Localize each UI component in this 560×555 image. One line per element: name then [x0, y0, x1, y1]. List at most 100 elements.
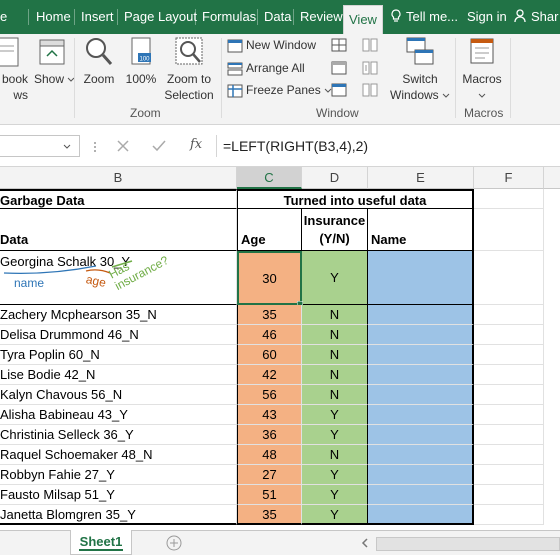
- cell-example-data[interactable]: Georgina Schalk 30_Y name age Has insura…: [0, 251, 237, 305]
- cell-f3[interactable]: [474, 251, 544, 305]
- cell-name[interactable]: [368, 305, 474, 325]
- cell-data[interactable]: Tyra Poplin 60_N: [0, 345, 237, 365]
- cell-example-age-selected[interactable]: 30: [237, 251, 302, 305]
- cell-insurance[interactable]: Y: [302, 505, 368, 525]
- formula-input[interactable]: =LEFT(RIGHT(B3,4),2): [216, 135, 560, 157]
- tab-review[interactable]: Review: [300, 0, 343, 34]
- cell-age[interactable]: 27: [237, 465, 302, 485]
- sign-in-link[interactable]: Sign in: [467, 0, 507, 34]
- column-header-e[interactable]: E: [368, 167, 474, 189]
- spreadsheet-grid[interactable]: B C D E F Garbage Data Turned into usefu…: [0, 167, 560, 530]
- zoom-100-button[interactable]: 100 100%: [122, 36, 160, 87]
- cell-insurance[interactable]: N: [302, 445, 368, 465]
- cell-age[interactable]: 35: [237, 305, 302, 325]
- cell-empty[interactable]: [474, 485, 544, 505]
- synchronous-scrolling-icon[interactable]: [362, 61, 378, 75]
- cell-name[interactable]: [368, 345, 474, 365]
- cell-name[interactable]: [368, 405, 474, 425]
- cell-age[interactable]: 51: [237, 485, 302, 505]
- cell-insurance[interactable]: Y: [302, 465, 368, 485]
- cell-empty[interactable]: [474, 425, 544, 445]
- cell-useful-data-title[interactable]: Turned into useful data: [237, 189, 474, 209]
- cell-name[interactable]: [368, 365, 474, 385]
- cell-age[interactable]: 56: [237, 385, 302, 405]
- cell-f2[interactable]: [474, 209, 544, 251]
- add-sheet-icon[interactable]: [166, 535, 182, 551]
- cell-age-header[interactable]: Age: [237, 209, 302, 251]
- tab-insert[interactable]: Insert: [81, 0, 114, 34]
- cell-name[interactable]: [368, 505, 474, 525]
- view-side-by-side-icon[interactable]: [362, 38, 378, 52]
- cell-insurance[interactable]: N: [302, 385, 368, 405]
- cell-data[interactable]: Lise Bodie 42_N: [0, 365, 237, 385]
- freeze-panes-button[interactable]: Freeze Panes: [227, 80, 335, 100]
- enter-check-icon[interactable]: [152, 140, 166, 152]
- cell-data[interactable]: Alisha Babineau 43_Y: [0, 405, 237, 425]
- cell-empty[interactable]: [474, 465, 544, 485]
- cell-f1[interactable]: [474, 189, 544, 209]
- column-header-f[interactable]: F: [474, 167, 544, 189]
- cell-name[interactable]: [368, 445, 474, 465]
- cell-name[interactable]: [368, 425, 474, 445]
- sheet-tab-sheet1[interactable]: Sheet1: [70, 530, 132, 555]
- cell-data[interactable]: Robbyn Fahie 27_Y: [0, 465, 237, 485]
- zoom-to-selection-button[interactable]: Zoom to Selection: [160, 36, 218, 103]
- cell-name[interactable]: [368, 465, 474, 485]
- tell-me-search[interactable]: Tell me...: [390, 0, 458, 34]
- cell-data[interactable]: Raquel Schoemaker 48_N: [0, 445, 237, 465]
- cell-insurance[interactable]: N: [302, 325, 368, 345]
- cell-example-insurance[interactable]: Y: [302, 251, 368, 305]
- tab-data[interactable]: Data: [264, 0, 291, 34]
- unhide-icon[interactable]: [331, 83, 347, 97]
- cell-age[interactable]: 48: [237, 445, 302, 465]
- cancel-icon[interactable]: [117, 140, 129, 152]
- new-window-button[interactable]: New Window: [227, 35, 316, 55]
- tab-formulas[interactable]: Formulas: [202, 0, 256, 34]
- cell-data[interactable]: Fausto Milsap 51_Y: [0, 485, 237, 505]
- show-button[interactable]: Show: [34, 36, 75, 87]
- arrange-all-button[interactable]: Arrange All: [227, 58, 305, 78]
- cell-garbage-data-title[interactable]: Garbage Data: [0, 189, 237, 209]
- cell-data[interactable]: Zachery Mcphearson 35_N: [0, 305, 237, 325]
- hide-icon[interactable]: [331, 61, 347, 75]
- macros-button[interactable]: Macros: [459, 36, 505, 103]
- cell-insurance-header[interactable]: Insurance (Y/N): [302, 209, 368, 251]
- cell-name[interactable]: [368, 485, 474, 505]
- cell-empty[interactable]: [474, 385, 544, 405]
- cell-age[interactable]: 42: [237, 365, 302, 385]
- cell-empty[interactable]: [474, 445, 544, 465]
- cell-empty[interactable]: [474, 345, 544, 365]
- switch-windows-button[interactable]: Switch Windows: [390, 36, 450, 103]
- cell-empty[interactable]: [474, 365, 544, 385]
- cell-age[interactable]: 46: [237, 325, 302, 345]
- zoom-button[interactable]: Zoom: [80, 36, 118, 87]
- cell-age[interactable]: 60: [237, 345, 302, 365]
- cell-age[interactable]: 43: [237, 405, 302, 425]
- tab-page-layout[interactable]: Page Layout: [124, 0, 197, 34]
- cell-empty[interactable]: [474, 305, 544, 325]
- insert-function-icon[interactable]: fx: [190, 137, 202, 152]
- cell-insurance[interactable]: Y: [302, 405, 368, 425]
- column-header-b[interactable]: B: [0, 167, 237, 189]
- cell-name[interactable]: [368, 325, 474, 345]
- name-box[interactable]: [0, 135, 80, 157]
- cell-data[interactable]: Delisa Drummond 46_N: [0, 325, 237, 345]
- tab-view[interactable]: View: [343, 5, 383, 34]
- horizontal-scrollbar[interactable]: [376, 537, 560, 551]
- workbook-views-button[interactable]: book ws: [0, 36, 28, 103]
- cell-data[interactable]: Christinia Selleck 36_Y: [0, 425, 237, 445]
- cell-name-header[interactable]: Name: [368, 209, 474, 251]
- column-header-d[interactable]: D: [302, 167, 368, 189]
- share-button[interactable]: Shar: [514, 0, 558, 34]
- cell-example-name[interactable]: [368, 251, 474, 305]
- cell-insurance[interactable]: Y: [302, 425, 368, 445]
- cell-data[interactable]: Janetta Blomgren 35_Y: [0, 505, 237, 525]
- scroll-left-icon[interactable]: [360, 537, 370, 549]
- tab-home[interactable]: Home: [36, 0, 71, 34]
- reset-window-position-icon[interactable]: [362, 83, 378, 97]
- cell-data-header[interactable]: Data: [0, 209, 237, 251]
- tab-file[interactable]: e: [0, 0, 7, 34]
- split-icon[interactable]: [331, 38, 347, 52]
- cell-age[interactable]: 35: [237, 505, 302, 525]
- cell-data[interactable]: Kalyn Chavous 56_N: [0, 385, 237, 405]
